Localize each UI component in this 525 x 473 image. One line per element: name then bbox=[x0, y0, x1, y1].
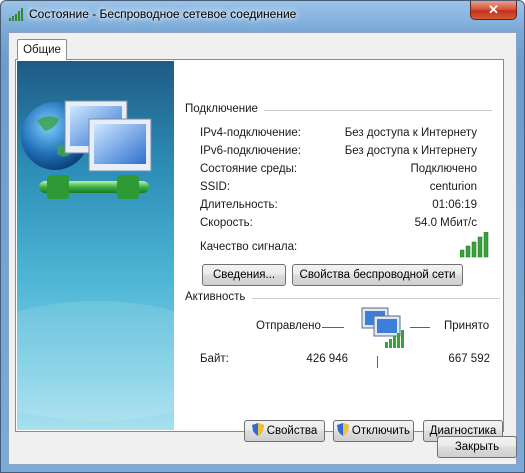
signal-bar-1 bbox=[460, 249, 465, 258]
disable-button[interactable]: Отключить bbox=[333, 420, 414, 442]
ipv6-value: Без доступа к Интернету bbox=[344, 145, 477, 157]
network-illustration bbox=[17, 61, 174, 430]
sent-line bbox=[322, 327, 344, 328]
title-bar[interactable]: Состояние - Беспроводное сетевое соедине… bbox=[1, 1, 524, 31]
signal-quality-label: Качество сигнала: bbox=[200, 241, 298, 253]
bytes-received-value: 667 592 bbox=[448, 353, 490, 365]
close-icon: ✕ bbox=[488, 2, 499, 17]
properties-button-label: Свойства bbox=[266, 425, 318, 437]
network-activity-icon bbox=[361, 307, 404, 348]
wireless-signal-icon bbox=[9, 8, 23, 21]
uac-shield-icon bbox=[251, 423, 264, 437]
media-state-label: Состояние среды: bbox=[200, 163, 298, 175]
speed-label: Скорость: bbox=[200, 217, 253, 229]
window-close-button[interactable]: ✕ bbox=[470, 1, 517, 20]
ssid-label: SSID: bbox=[200, 181, 231, 193]
status-dialog-window: Состояние - Беспроводное сетевое соедине… bbox=[0, 0, 525, 473]
window-title: Состояние - Беспроводное сетевое соедине… bbox=[29, 7, 297, 21]
received-label: Принято bbox=[444, 320, 490, 332]
tab-general[interactable]: Общие bbox=[17, 39, 67, 60]
connection-separator bbox=[264, 110, 492, 111]
wireless-properties-button[interactable]: Свойства беспроводной сети bbox=[292, 264, 463, 286]
signal-bar-5 bbox=[483, 232, 489, 258]
close-button[interactable]: Закрыть bbox=[437, 436, 517, 458]
bytes-sent-value: 426 946 bbox=[306, 353, 348, 365]
ipv4-value: Без доступа к Интернету bbox=[344, 127, 477, 139]
media-state-value: Подключено bbox=[410, 163, 478, 175]
duration-label: Длительность: bbox=[200, 199, 278, 211]
details-button[interactable]: Сведения... bbox=[202, 264, 286, 286]
network-illustration-art bbox=[17, 100, 174, 421]
properties-button[interactable]: Свойства bbox=[244, 420, 325, 442]
signal-bar-2 bbox=[465, 245, 471, 258]
connection-section-label: Подключение bbox=[185, 103, 258, 115]
activity-separator bbox=[252, 298, 500, 299]
signal-bar-3 bbox=[471, 241, 477, 258]
received-line bbox=[410, 327, 430, 328]
ssid-value: centurion bbox=[429, 181, 477, 193]
activity-section-label: Активность bbox=[185, 291, 246, 303]
activity-divider bbox=[377, 356, 378, 368]
ipv6-label: IPv6-подключение: bbox=[200, 145, 301, 157]
tab-panel-general: Подключение IPv4-подключение: Без доступ… bbox=[15, 59, 504, 442]
speed-value: 54.0 Мбит/с bbox=[414, 217, 477, 229]
dialog-client-area: Общие Подключение IPv4-подключение: Без … bbox=[8, 32, 517, 465]
duration-value: 01:06:19 bbox=[432, 199, 477, 211]
sent-label: Отправлено bbox=[256, 320, 321, 332]
ipv4-label: IPv4-подключение: bbox=[200, 127, 301, 139]
signal-bar-4 bbox=[477, 236, 483, 258]
uac-shield-icon bbox=[336, 423, 349, 437]
bytes-label: Байт: bbox=[200, 353, 229, 365]
disable-button-label: Отключить bbox=[351, 425, 411, 437]
signal-strength-icon bbox=[460, 232, 489, 258]
